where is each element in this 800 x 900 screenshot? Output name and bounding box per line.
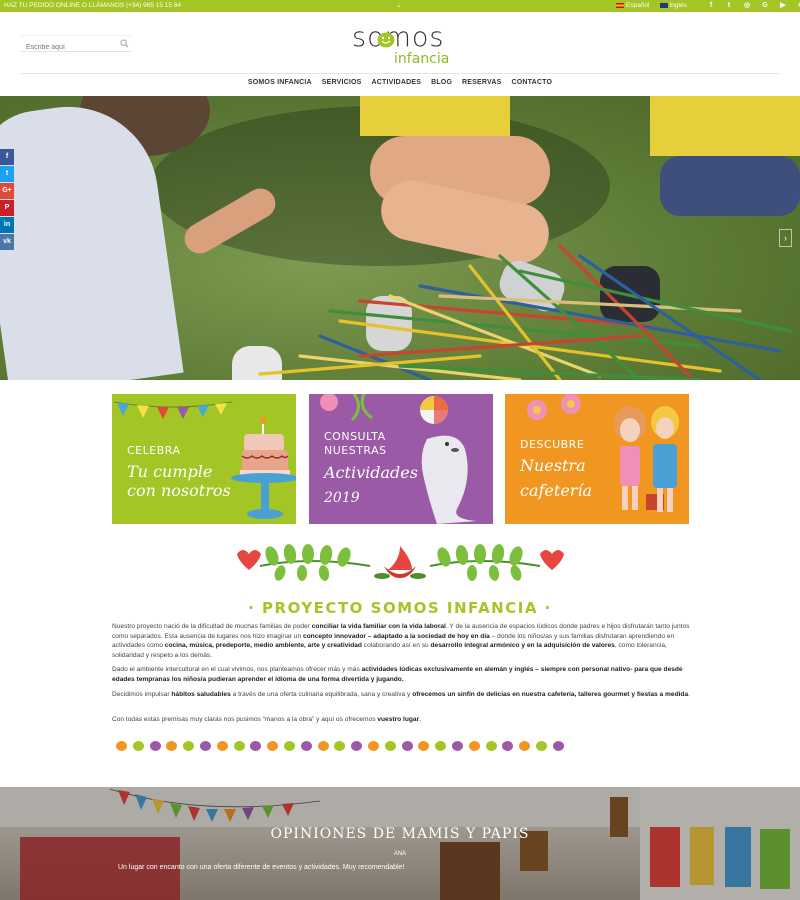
chevron-down-icon[interactable]: ⌄ bbox=[396, 0, 402, 12]
spain-flag-icon bbox=[616, 2, 624, 8]
cafeteria-card[interactable]: DESCUBRE Nuestra cafetería bbox=[505, 394, 689, 524]
nav-item-somos-infancia[interactable]: SOMOS INFANCIA bbox=[248, 79, 312, 86]
decorative-dot bbox=[435, 741, 447, 751]
activities-card-kicker-line2: NUESTRAS bbox=[324, 444, 387, 457]
search-box bbox=[20, 35, 132, 55]
pinterest-share-icon[interactable]: P bbox=[0, 200, 14, 216]
decorative-dot bbox=[250, 741, 262, 751]
testimonials-section: OPINIONES DE MAMIS Y PAPIS ANA Un lugar … bbox=[0, 787, 800, 900]
twitter-share-icon[interactable]: t bbox=[0, 166, 14, 182]
lang-en-link[interactable]: Inglés bbox=[659, 0, 687, 12]
decorative-dot bbox=[283, 741, 295, 751]
project-paragraph-2: Dado el ambiente intercultural en el cua… bbox=[112, 666, 683, 683]
testimonial-author: ANA bbox=[393, 851, 407, 857]
decorative-dot bbox=[384, 741, 396, 751]
search-icon[interactable] bbox=[120, 39, 129, 48]
decorative-dot bbox=[216, 741, 228, 751]
activities-card-year: 2019 bbox=[324, 490, 360, 506]
rss-icon[interactable]: ≋ bbox=[796, 0, 800, 12]
lang-en-label: Inglés bbox=[669, 2, 687, 9]
project-paragraph-3: Decidimos impulsar hábitos saludables a … bbox=[112, 691, 690, 698]
decorative-dot bbox=[485, 741, 497, 751]
decorative-dot bbox=[334, 741, 346, 751]
floral-divider-ornament bbox=[237, 544, 564, 581]
project-paragraph-1: Nuestro proyecto nació de la dificultad … bbox=[112, 623, 690, 659]
nav-item-servicios[interactable]: SERVICIOS bbox=[322, 79, 362, 86]
decorative-dot bbox=[552, 741, 564, 751]
cafeteria-card-title-line2: cafetería bbox=[520, 481, 593, 500]
decorative-dot bbox=[468, 741, 480, 751]
site-logo[interactable]: somos infancia bbox=[350, 22, 460, 68]
decorative-dot bbox=[367, 741, 379, 751]
decorative-dot bbox=[267, 741, 279, 751]
social-share-bar: f t G+ P in vk bbox=[0, 149, 14, 251]
lang-es-link[interactable]: Español bbox=[616, 0, 650, 12]
birthday-card-title-line1: Tu cumple bbox=[127, 462, 213, 481]
nav-item-blog[interactable]: BLOG bbox=[431, 79, 452, 86]
main-nav: SOMOS INFANCIA SERVICIOS ACTIVIDADES BLO… bbox=[0, 79, 800, 86]
promo-phone-text[interactable]: HAZ TU PEDIDO ONLINE O LLÁMANOS (+34) 96… bbox=[4, 0, 181, 12]
decorative-dot bbox=[132, 741, 144, 751]
decorative-dot bbox=[401, 741, 413, 751]
slider-next-arrow-icon[interactable]: › bbox=[779, 229, 792, 247]
birthday-card-kicker: CELEBRA bbox=[127, 444, 181, 457]
social-links: f t ◎ G ▶ ≋ bbox=[706, 0, 800, 12]
instagram-icon[interactable]: ◎ bbox=[742, 0, 752, 12]
decorative-dot bbox=[451, 741, 463, 751]
decorative-dot bbox=[166, 741, 178, 751]
decorative-dot bbox=[199, 741, 211, 751]
activities-card[interactable]: CONSULTA NUESTRAS Actividades 2019 bbox=[309, 394, 493, 524]
twitter-icon[interactable]: t bbox=[724, 0, 734, 12]
activities-card-kicker-line1: CONSULTA bbox=[324, 430, 386, 443]
nav-item-contacto[interactable]: CONTACTO bbox=[511, 79, 552, 86]
linkedin-share-icon[interactable]: in bbox=[0, 217, 14, 233]
top-bar: HAZ TU PEDIDO ONLINE O LLÁMANOS (+34) 96… bbox=[0, 0, 800, 12]
lang-es-label: Español bbox=[626, 2, 650, 9]
language-switcher: Español Inglés bbox=[616, 0, 687, 12]
project-paragraph-4: Con todas estas premisas muy claras nos … bbox=[112, 716, 421, 723]
facebook-icon[interactable]: f bbox=[706, 0, 716, 12]
youtube-icon[interactable]: ▶ bbox=[778, 0, 788, 12]
project-section-title: · PROYECTO SOMOS INFANCIA · bbox=[248, 599, 552, 617]
nav-divider bbox=[20, 73, 780, 74]
decorative-dot bbox=[116, 741, 127, 751]
hero-slider[interactable]: › bbox=[0, 96, 800, 380]
testimonial-quote: Un lugar con encanto con una oferta dife… bbox=[118, 864, 405, 871]
cafeteria-card-kicker: DESCUBRE bbox=[520, 438, 585, 451]
google-share-icon[interactable]: G+ bbox=[0, 183, 14, 199]
nav-item-actividades[interactable]: ACTIVIDADES bbox=[371, 79, 421, 86]
decorative-dot bbox=[317, 741, 329, 751]
testimonials-title: OPINIONES DE MAMIS Y PAPIS bbox=[270, 826, 530, 842]
decorative-dot bbox=[535, 741, 547, 751]
birthday-card[interactable]: CELEBRA Tu cumple con nosotros bbox=[112, 394, 296, 524]
testimonials-overlay bbox=[0, 787, 800, 900]
decorative-dot bbox=[149, 741, 161, 751]
logo-word-somos: somos bbox=[352, 22, 445, 53]
uk-flag-icon bbox=[659, 2, 668, 8]
activities-card-title-line1: Actividades bbox=[324, 463, 418, 482]
decorative-dot bbox=[300, 741, 312, 751]
decorative-dot bbox=[233, 741, 245, 751]
google-plus-icon[interactable]: G bbox=[760, 0, 770, 12]
decorative-dots-row bbox=[116, 741, 564, 751]
decorative-dot bbox=[183, 741, 195, 751]
decorative-dot bbox=[502, 741, 514, 751]
cafeteria-card-title-line1: Nuestra bbox=[520, 456, 586, 475]
decorative-dot bbox=[351, 741, 363, 751]
vk-share-icon[interactable]: vk bbox=[0, 234, 14, 250]
bunting-cake-illustration bbox=[113, 401, 296, 519]
decorative-dot bbox=[519, 741, 531, 751]
search-input[interactable] bbox=[20, 40, 112, 55]
birthday-card-title-line2: con nosotros bbox=[127, 481, 231, 500]
decorative-dot bbox=[418, 741, 430, 751]
facebook-share-icon[interactable]: f bbox=[0, 149, 14, 165]
logo-word-infancia: infancia bbox=[394, 51, 450, 67]
logo-face-icon bbox=[377, 32, 395, 48]
nav-item-reservas[interactable]: RESERVAS bbox=[462, 79, 501, 86]
